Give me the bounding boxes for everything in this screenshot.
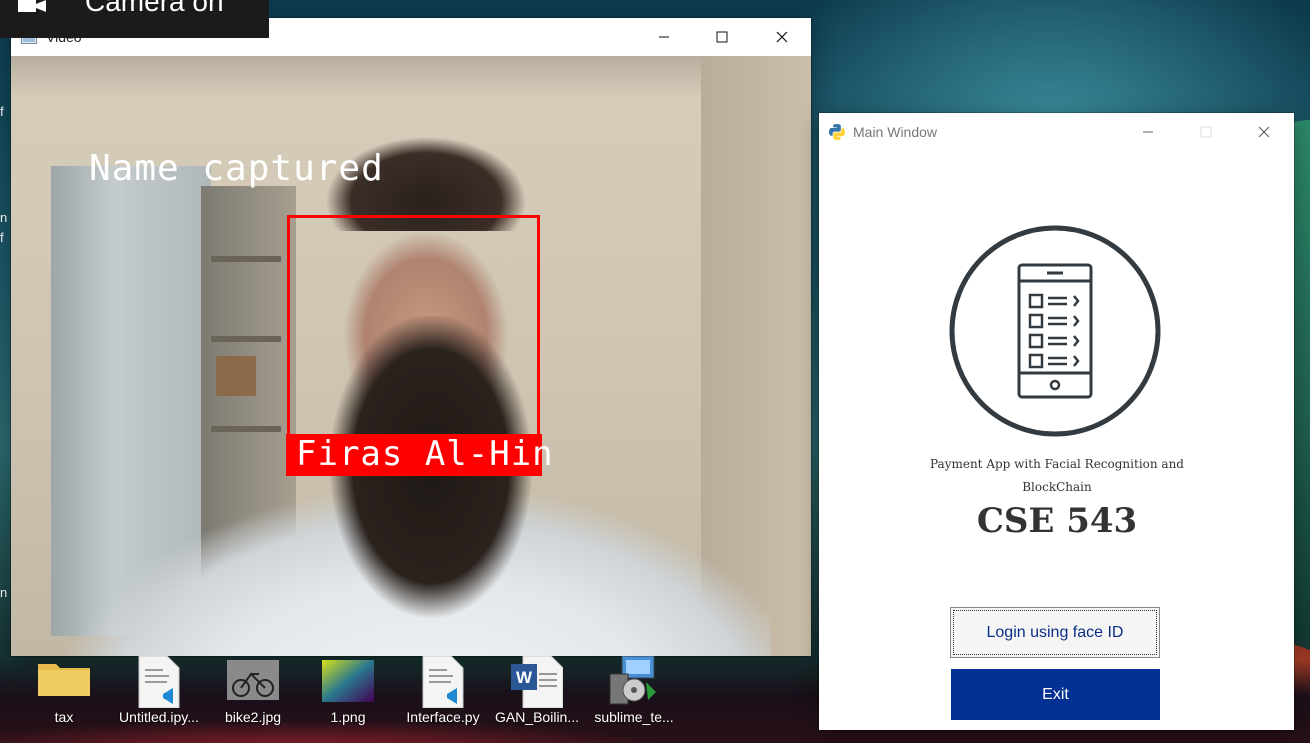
desktop-icon-tax[interactable]: tax [18,652,110,732]
vscode-file-icon [138,656,180,708]
maximize-icon [1200,126,1212,138]
app-subtitle-line: BlockChain [1022,480,1092,494]
desktop-icon-label: bike2.jpg [224,709,282,725]
desktop-icon-label: tax [54,709,74,725]
minimize-icon [659,36,669,38]
minimize-icon [1143,131,1153,133]
main-window[interactable]: Main Window Payment App with Facial Reco… [819,113,1294,730]
clipped-desktop-text: n [0,585,8,600]
feed-shelf [211,426,281,432]
camera-feed: Name captured Firas Al-Hin [11,56,811,656]
main-window-titlebar[interactable]: Main Window [819,113,1294,151]
maximize-icon [716,31,728,43]
maximize-button[interactable] [693,18,751,56]
video-window[interactable]: Video Name captured Firas Al-Hin [11,18,811,656]
app-subtitle: Payment App with Facial Recognition and … [919,453,1195,499]
desktop-icon-bike2[interactable]: bike2.jpg [207,652,299,732]
desktop-icon-label: Untitled.ipy... [119,709,199,725]
desktop-icon-label: 1.png [330,709,366,725]
feed-box [216,356,256,396]
close-button[interactable] [753,18,811,56]
close-icon [1258,126,1270,138]
installer-icon [609,656,656,705]
feed-shelf [211,256,281,262]
close-button[interactable] [1235,113,1293,151]
desktop-icon-label: Interface.py [406,709,480,725]
clipped-desktop-text: f [0,230,4,245]
maximize-button [1177,113,1235,151]
svg-text:W: W [516,668,533,687]
mobile-checklist-icon [949,225,1161,437]
desktop-icon-sublime-text[interactable]: sublime_te... [588,652,680,732]
clipped-desktop-text: f [0,104,4,119]
desktop-icon-untitled-ipynb[interactable]: Untitled.ipy... [113,652,205,732]
minimize-button[interactable] [635,18,693,56]
recognized-name: Firas Al-Hin [296,434,554,474]
image-file-icon [322,660,374,702]
course-title: CSE 543 [976,501,1138,541]
desktop-icon-label: GAN_Boilin... [494,709,580,725]
image-file-icon [227,660,279,700]
python-icon [829,124,845,140]
camera-on-text: Camera on [85,0,224,17]
desktop-icon-1png[interactable]: 1.png [302,652,394,732]
feed-ceiling [11,56,811,96]
camera-on-notification: Camera on [0,0,269,38]
minimize-button[interactable] [1119,113,1177,151]
main-window-title: Main Window [853,124,938,140]
face-label-bar: Firas Al-Hin [286,434,553,476]
camera-icon [18,0,46,12]
folder-icon [38,664,90,696]
login-face-id-button[interactable]: Login using face ID [950,607,1160,658]
desktop-icon-label: sublime_te... [594,709,674,725]
vscode-file-icon [422,656,464,708]
desktop-icon-gan-boilin[interactable]: W GAN_Boilin... [491,652,583,732]
recognition-status-text: Name captured [89,148,384,189]
desktop-icon-interface-py[interactable]: Interface.py [397,652,489,732]
clipped-desktop-text: n [0,210,8,225]
feed-shelf [211,336,281,342]
app-subtitle-line: Payment App with Facial Recognition and [930,457,1184,471]
exit-button[interactable]: Exit [951,669,1160,720]
word-document-icon: W [511,656,563,708]
close-icon [776,31,788,43]
